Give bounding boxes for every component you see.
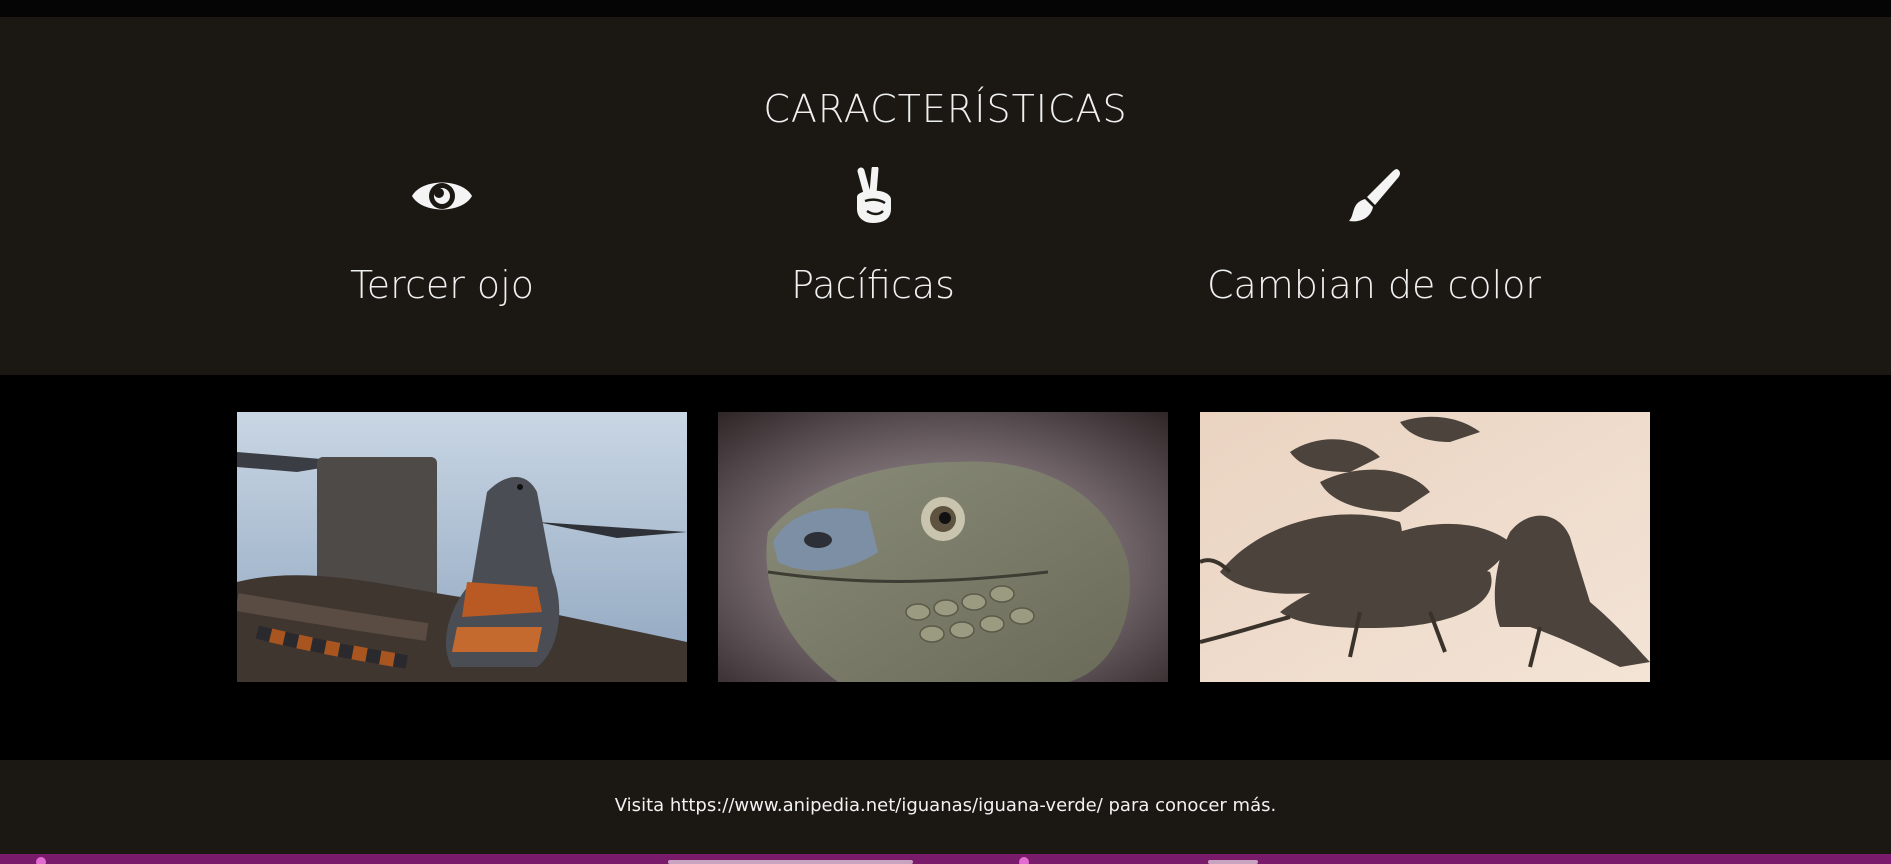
top-strip — [0, 0, 1891, 17]
taskbar-window-tab[interactable] — [1208, 860, 1258, 864]
taskbar-window-tab[interactable] — [668, 860, 913, 864]
features-section: CARACTERÍSTICAS Tercer ojo Pacíficas Cam… — [0, 17, 1891, 375]
feature-label: Tercer ojo — [350, 263, 534, 307]
feature-label: Cambian de color — [1206, 263, 1542, 307]
feature-peaceful: Pacíficas — [643, 167, 1103, 307]
feature-label: Pacíficas — [791, 263, 955, 307]
eye-icon — [412, 182, 472, 210]
footer: Visita https://www.anipedia.net/iguanas/… — [0, 760, 1891, 854]
taskbar-icon[interactable] — [1019, 857, 1029, 864]
gallery-section — [0, 375, 1891, 760]
taskbar-icon[interactable] — [36, 857, 46, 864]
feature-third-eye: Tercer ojo — [212, 167, 672, 307]
iguana-photo-sand — [1200, 412, 1650, 682]
taskbar — [0, 854, 1891, 864]
paint-brush-icon — [1349, 169, 1400, 222]
footer-text: Visita https://www.anipedia.net/iguanas/… — [614, 795, 1277, 816]
feature-color-change: Cambian de color — [1144, 167, 1604, 307]
features-title: CARACTERÍSTICAS — [763, 87, 1128, 131]
peace-hand-icon — [857, 167, 891, 223]
iguana-photo-closeup — [718, 412, 1168, 682]
iguana-photo-rocks — [237, 412, 687, 682]
